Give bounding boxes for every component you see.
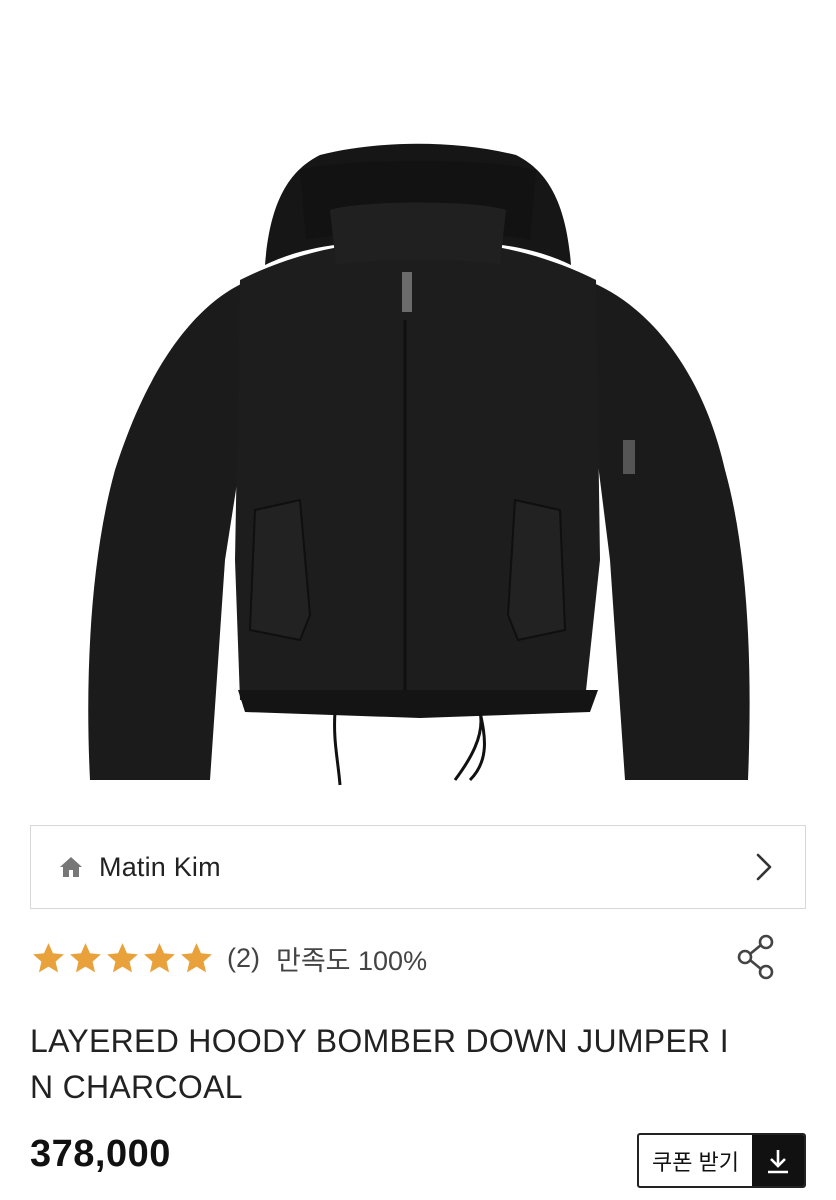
chevron-right-icon — [755, 850, 777, 884]
star-icon — [70, 942, 101, 972]
download-icon — [752, 1135, 804, 1186]
star-icon — [181, 942, 212, 972]
share-icon[interactable] — [736, 934, 778, 980]
star-icon — [33, 942, 64, 972]
product-image[interactable] — [0, 0, 836, 800]
brand-link[interactable]: Matin Kim — [30, 825, 806, 909]
star-rating — [30, 940, 215, 977]
coupon-button[interactable]: 쿠폰 받기 — [637, 1133, 806, 1188]
satisfaction-rate: 만족도 100% — [276, 945, 428, 976]
star-icon — [107, 942, 138, 972]
product-price: 378,000 — [30, 1133, 171, 1175]
coupon-label: 쿠폰 받기 — [651, 1149, 740, 1175]
product-title: LAYERED HOODY BOMBER DOWN JUMPER IN CHAR… — [30, 1023, 729, 1105]
review-count[interactable]: (2) — [227, 943, 260, 974]
brand-name: Matin Kim — [99, 851, 221, 882]
star-icon — [144, 942, 175, 972]
rating-row: (2) 만족도 100% — [30, 932, 806, 984]
jacket-illustration — [88, 143, 750, 786]
home-icon — [59, 854, 85, 880]
